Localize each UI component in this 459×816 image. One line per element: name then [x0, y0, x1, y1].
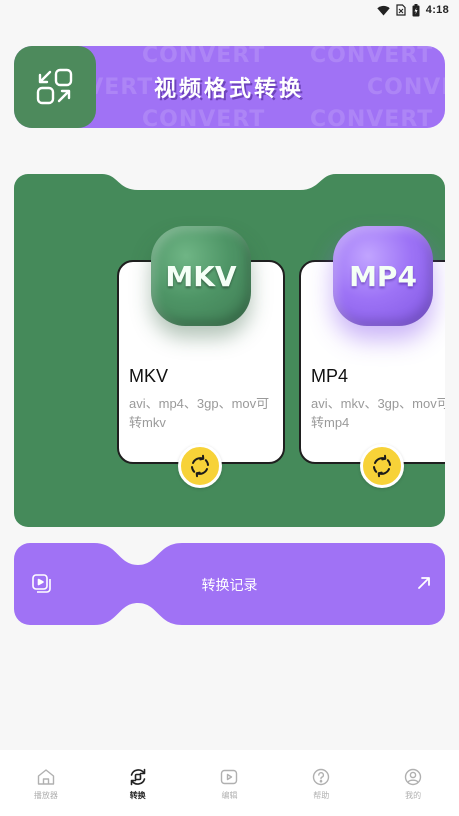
status-bar: 4:18 [0, 0, 459, 20]
format-convert-banner[interactable]: CONVERT CONVERT CONVERT CONVERT CONVERT … [14, 46, 445, 128]
format-badge-mp4: MP4 [333, 226, 433, 326]
banner-watermark: CONVERT [310, 46, 434, 68]
wifi-icon [377, 5, 390, 15]
banner-watermark: CONVERT [142, 46, 266, 68]
nav-label: 帮助 [313, 791, 330, 800]
nav-label: 播放器 [33, 791, 58, 800]
nav-item-convert[interactable]: 转换 [92, 750, 184, 816]
banner-title: 视频格式转换 [154, 77, 305, 102]
format-carousel[interactable]: MKV avi、mp4、3gp、mov可转mkv MKV MP4 avi、mkv… [14, 174, 445, 527]
nav-item-player[interactable]: 播放器 [0, 750, 92, 816]
banner-watermark: CONVERT [310, 107, 434, 128]
help-icon [313, 768, 330, 786]
status-time: 4:18 [425, 4, 449, 16]
nav-item-help[interactable]: 帮助 [275, 750, 367, 816]
nav-label: 转换 [129, 791, 146, 800]
format-description: avi、mp4、3gp、mov可转mkv [129, 396, 270, 430]
home-icon [37, 769, 55, 785]
format-description: avi、mkv、3gp、mov可转mp4 [311, 396, 445, 430]
nav-item-profile[interactable]: 我的 [367, 750, 459, 816]
history-label: 转换记录 [201, 577, 258, 593]
arrow-up-right-icon [418, 577, 430, 589]
conversion-history-button[interactable]: 转换记录 [14, 543, 445, 625]
battery-icon [412, 3, 420, 16]
nav-item-edit[interactable]: 编辑 [184, 750, 276, 816]
convert-icon [130, 768, 145, 786]
banner-watermark: CONVERT [367, 75, 445, 100]
convert-arrows-icon [36, 68, 73, 105]
bottom-nav: 播放器 转换 编辑 帮助 我的 [0, 750, 459, 816]
nav-label: 我的 [405, 791, 422, 800]
edit-video-icon [221, 769, 238, 785]
nav-label: 编辑 [221, 791, 238, 800]
profile-icon [404, 768, 422, 786]
format-badge-mkv: MKV [151, 226, 251, 326]
format-name: MP4 [311, 366, 349, 386]
banner-icon-box [14, 46, 96, 128]
format-panel: MKV avi、mp4、3gp、mov可转mkv MKV MP4 avi、mkv… [14, 174, 445, 527]
banner-watermark: CONVERT [142, 107, 266, 128]
convert-button-mkv[interactable] [178, 444, 222, 488]
no-sim-icon [396, 4, 406, 16]
format-name: MKV [129, 366, 169, 386]
convert-button-mp4[interactable] [360, 444, 404, 488]
convert-cycle-icon [191, 454, 209, 478]
convert-cycle-icon [373, 454, 391, 478]
